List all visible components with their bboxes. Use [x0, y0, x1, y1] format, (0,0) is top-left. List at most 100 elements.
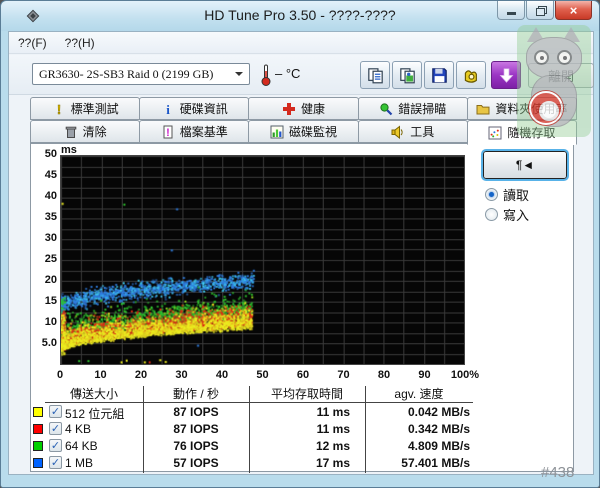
- menu-bar: ??(F) ??(H): [9, 32, 593, 54]
- tab-folder[interactable]: 資料夾使用率: [467, 97, 577, 120]
- health-cross-icon: [282, 102, 296, 116]
- y-tick-label: 25: [31, 253, 57, 267]
- client-area: ??(F) ??(H) GR3630- 2S-SB3 Raid 0 (2199 …: [8, 31, 594, 475]
- x-tick-label: 60: [281, 369, 325, 381]
- access-time-value: 17 ms: [249, 456, 350, 470]
- copy-image-button[interactable]: [392, 61, 422, 89]
- title-bar[interactable]: HD Tune Pro 3.50 - ????-???? ×: [1, 1, 599, 31]
- info-icon: i: [161, 102, 175, 116]
- x-tick-label: 100%: [443, 369, 487, 381]
- x-tick-label: 90: [403, 369, 447, 381]
- tab-magnifier[interactable]: 錯誤掃瞄: [358, 97, 468, 120]
- tab-label: 硬碟資訊: [180, 100, 228, 117]
- tab-strip: !標準測試 i 硬碟資訊 健康 錯誤掃瞄 資料夾使用率 清除 !檔案基準 磁碟監視 工具 隨機存取: [30, 97, 576, 143]
- start-button[interactable]: ¶◄: [483, 151, 567, 179]
- exit-button[interactable]: 離開: [528, 63, 594, 88]
- svg-text:!: !: [166, 127, 170, 139]
- tab-label: 錯誤掃瞄: [398, 100, 446, 117]
- y-tick-label: 50: [31, 148, 57, 162]
- drive-selector[interactable]: GR3630- 2S-SB3 Raid 0 (2199 GB): [32, 63, 250, 85]
- table-header-rule: [45, 402, 473, 403]
- trash-icon: [64, 125, 78, 139]
- x-axis-ticks: 0102030405060708090100%: [60, 369, 465, 383]
- y-tick-label: 40: [31, 190, 57, 204]
- speaker-icon: [391, 125, 405, 139]
- tab-info[interactable]: i 硬碟資訊: [139, 97, 249, 120]
- download-button[interactable]: [491, 61, 521, 89]
- radio-write-label: 寫入: [503, 205, 529, 224]
- svg-text:!: !: [56, 102, 60, 116]
- restore-icon: [536, 6, 545, 14]
- hd-tune-window: HD Tune Pro 3.50 - ????-???? × ??(F) ??(…: [0, 0, 600, 488]
- series-color-swatch: [33, 441, 43, 451]
- iops-value: 76 IOPS: [143, 439, 249, 453]
- minimize-button[interactable]: [497, 1, 525, 20]
- minimize-icon: [507, 12, 516, 15]
- y-tick-label: 30: [31, 232, 57, 246]
- maximize-button[interactable]: [526, 1, 554, 20]
- camera-icon: [463, 67, 480, 84]
- series-color-swatch: [33, 407, 43, 417]
- file-exclamation-icon: !: [161, 125, 175, 139]
- series-checkbox[interactable]: ✓: [49, 422, 62, 435]
- tab-speaker[interactable]: 工具: [358, 120, 468, 143]
- copy-text-button[interactable]: [360, 61, 390, 89]
- y-tick-label: 20: [31, 274, 57, 288]
- random-access-panel: ms 5045403530252015105.0 010203040506070…: [30, 143, 574, 472]
- iops-value: 87 IOPS: [143, 405, 249, 419]
- scatter-icon: [488, 126, 502, 140]
- series-checkbox[interactable]: ✓: [49, 456, 62, 469]
- radio-write[interactable]: 寫入: [485, 205, 529, 224]
- x-tick-label: 30: [160, 369, 204, 381]
- close-icon: ×: [570, 3, 578, 18]
- drive-selector-value: GR3630- 2S-SB3 Raid 0 (2199 GB): [39, 67, 235, 82]
- screenshot-button[interactable]: [456, 61, 486, 89]
- tab-label: 磁碟監視: [289, 123, 337, 140]
- toolbar: GR3630- 2S-SB3 Raid 0 (2199 GB) – °C 離開: [9, 55, 593, 95]
- chevron-down-icon: [235, 72, 243, 80]
- save-button[interactable]: [424, 61, 454, 89]
- radio-read[interactable]: 讀取: [485, 185, 529, 204]
- y-tick-label: 45: [31, 169, 57, 183]
- magnifier-icon: [379, 102, 393, 116]
- tab-label: 資料夾使用率: [495, 100, 567, 117]
- copy-icon: [367, 67, 384, 84]
- series-checkbox[interactable]: ✓: [49, 405, 62, 418]
- tab-exclamation[interactable]: !標準測試: [30, 97, 140, 120]
- x-tick-label: 0: [38, 369, 82, 381]
- svg-text:i: i: [166, 102, 170, 116]
- x-tick-label: 70: [322, 369, 366, 381]
- transfer-size-label: 4 KB: [65, 422, 91, 436]
- tab-health-cross[interactable]: 健康: [248, 97, 358, 120]
- series-color-swatch: [33, 458, 43, 468]
- menu-file[interactable]: ??(F): [9, 33, 56, 53]
- transfer-size-label: 1 MB: [65, 456, 93, 470]
- close-button[interactable]: ×: [555, 1, 592, 20]
- table-row: ✓512 位元組87 IOPS11 ms0.042 MB/s: [31, 404, 573, 421]
- tab-bar-chart[interactable]: 磁碟監視: [248, 120, 358, 143]
- transfer-size-label: 64 KB: [65, 439, 98, 453]
- menu-help[interactable]: ??(H): [56, 33, 104, 53]
- x-tick-label: 50: [241, 369, 285, 381]
- y-tick-label: 15: [31, 295, 57, 309]
- iops-value: 57 IOPS: [143, 456, 249, 470]
- radio-write-icon: [485, 208, 498, 221]
- x-tick-label: 20: [119, 369, 163, 381]
- speed-value: 0.042 MB/s: [365, 405, 470, 419]
- x-tick-label: 80: [362, 369, 406, 381]
- tab-label: 清除: [83, 123, 107, 140]
- folder-icon: [476, 102, 490, 116]
- copy-image-icon: [399, 67, 416, 84]
- radio-read-icon: [485, 188, 498, 201]
- page-number-watermark: #438: [541, 464, 574, 481]
- access-time-value: 12 ms: [249, 439, 350, 453]
- access-time-scatter-plot: [60, 155, 465, 365]
- radio-read-label: 讀取: [503, 185, 529, 204]
- series-checkbox[interactable]: ✓: [49, 439, 62, 452]
- tab-label: 隨機存取: [507, 124, 555, 141]
- transfer-size-label: 512 位元組: [65, 405, 124, 422]
- header-avg-speed: agv. 速度: [365, 385, 473, 402]
- tab-scatter[interactable]: 隨機存取: [467, 120, 577, 145]
- tab-trash[interactable]: 清除: [30, 120, 140, 143]
- tab-file-exclamation[interactable]: !檔案基準: [139, 120, 249, 143]
